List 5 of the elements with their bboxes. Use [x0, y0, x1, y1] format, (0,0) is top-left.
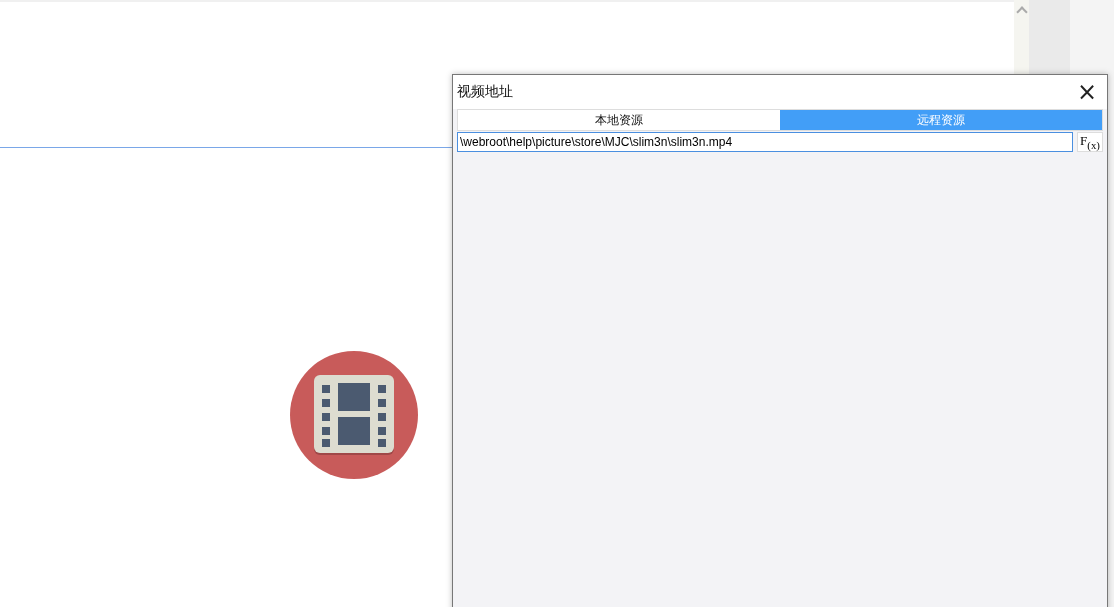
formula-button[interactable]: F$_{(x)}$: [1077, 132, 1103, 152]
video-icon: [290, 351, 418, 479]
path-field[interactable]: \webroot\help\picture\store\MJC\slim3n\slim3n.mp4: [457, 132, 1073, 152]
close-button[interactable]: ×: [1067, 76, 1107, 108]
dialog-title: 视频地址: [457, 83, 513, 101]
